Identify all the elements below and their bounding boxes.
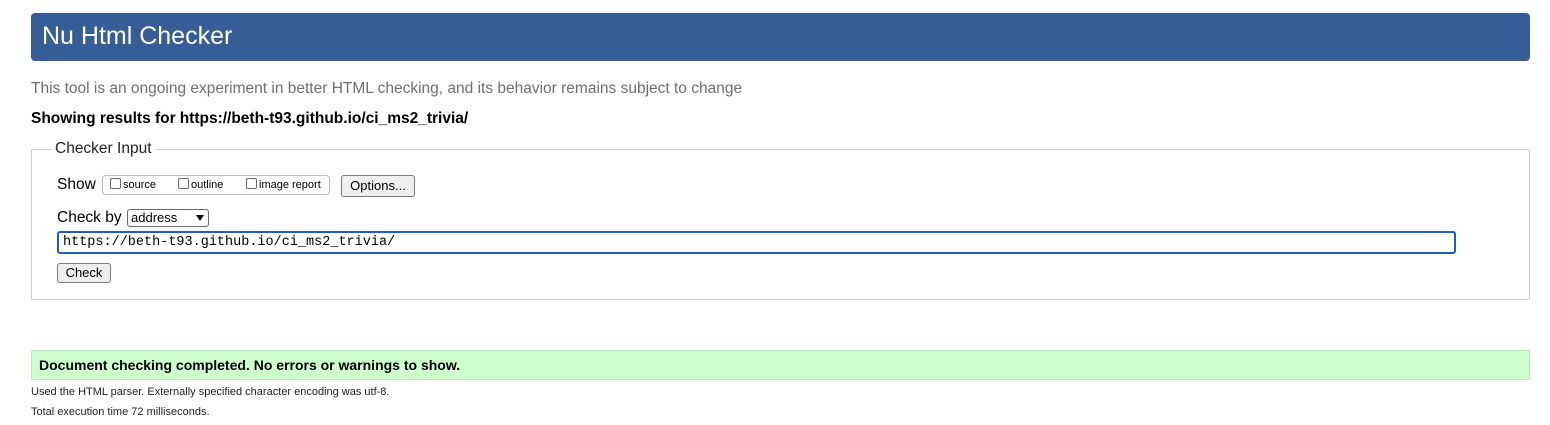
check-by-select[interactable]: address (127, 209, 209, 227)
show-image-report-option[interactable]: image report (246, 178, 321, 193)
image-report-checkbox-label: image report (259, 179, 321, 191)
chevron-down-icon (196, 215, 204, 221)
status-message-box: Document checking completed. No errors o… (31, 350, 1530, 380)
image-report-checkbox[interactable] (246, 178, 257, 189)
outline-checkbox[interactable] (178, 178, 189, 189)
status-message: Document checking completed. No errors o… (39, 357, 461, 373)
show-label: Show (57, 176, 96, 193)
outline-checkbox-label: outline (191, 179, 224, 191)
results-prefix: Showing results for (31, 110, 176, 127)
url-input[interactable]: https://beth-t93.github.io/ci_ms2_trivia… (57, 231, 1456, 254)
check-by-selected-value: address (131, 210, 178, 225)
options-button[interactable]: Options... (341, 175, 415, 197)
check-by-label: Check by (57, 209, 122, 226)
tagline: This tool is an ongoing experiment in be… (31, 80, 743, 97)
parser-info: Used the HTML parser. Externally specifi… (31, 386, 390, 398)
show-source-option[interactable]: source (110, 178, 156, 193)
check-button[interactable]: Check (57, 263, 111, 283)
source-checkbox-label: source (123, 179, 157, 191)
header-bar: Nu Html Checker (31, 13, 1530, 61)
checker-input-legend: Checker Input (52, 140, 155, 158)
results-url: https://beth-t93.github.io/ci_ms2_trivia… (179, 110, 469, 127)
page-title: Nu Html Checker (42, 22, 233, 50)
source-checkbox[interactable] (110, 178, 121, 189)
page: Nu Html Checker This tool is an ongoing … (0, 0, 1550, 425)
checker-input-fieldset: Checker Input Show source outline image … (31, 140, 1530, 300)
show-outline-option[interactable]: outline (178, 178, 223, 193)
show-options-group: source outline image report (102, 175, 330, 195)
execution-time-info: Total execution time 72 milliseconds. (31, 406, 210, 418)
results-heading: Showing results for https://beth-t93.gith… (31, 110, 468, 128)
